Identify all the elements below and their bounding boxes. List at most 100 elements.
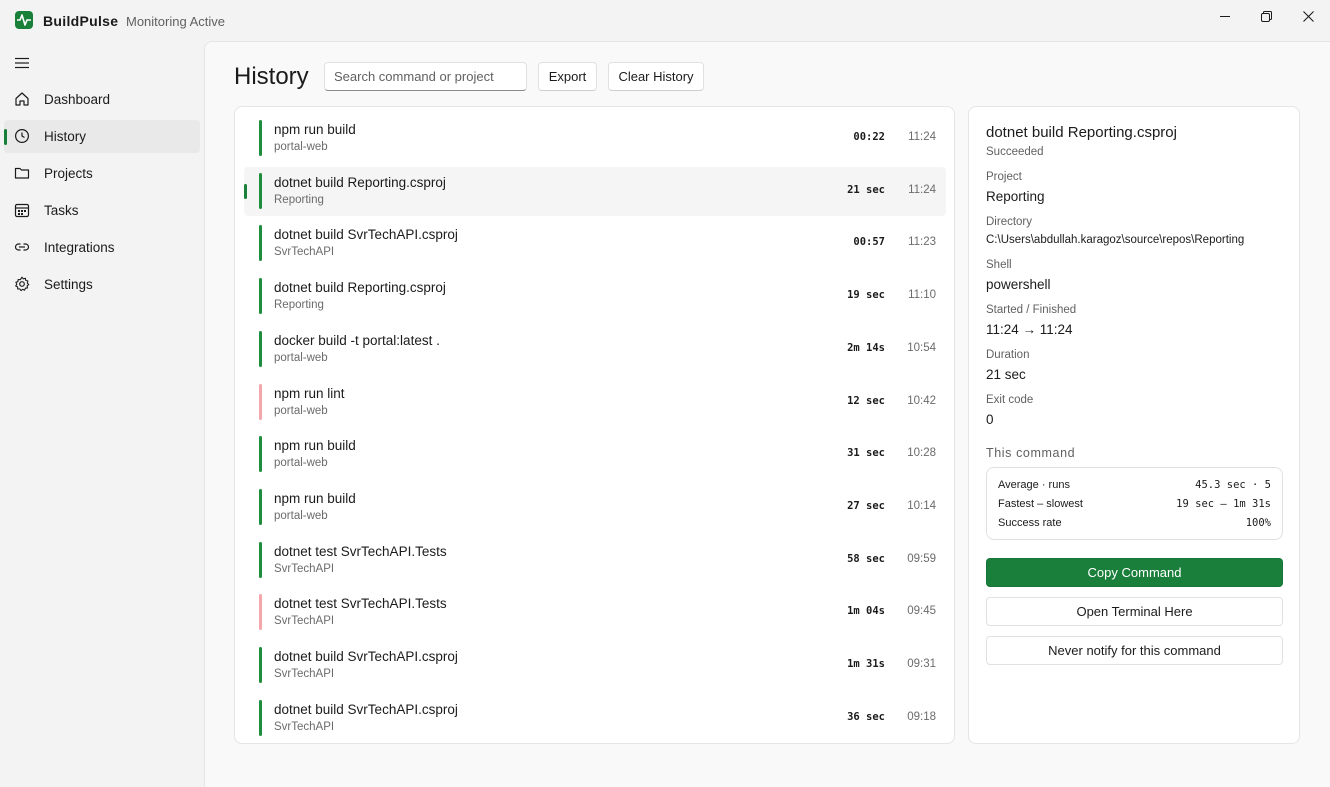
row-command: dotnet build Reporting.csproj: [274, 280, 446, 296]
row-command: dotnet build SvrTechAPI.csproj: [274, 701, 458, 717]
link-icon: [14, 239, 30, 255]
row-duration: 31 sec: [847, 447, 885, 460]
restore-button[interactable]: [1248, 4, 1284, 28]
sidebar-item-label: Settings: [44, 277, 93, 292]
sidebar-item-integrations[interactable]: Integrations: [4, 231, 200, 264]
sidebar-item-label: History: [44, 129, 87, 144]
history-row[interactable]: dotnet build SvrTechAPI.csproj SvrTechAPI…: [244, 641, 946, 690]
never-notify-button[interactable]: Never notify for this command: [986, 636, 1283, 665]
sidebar-nav: Dashboard History Projects Tasks Integra…: [4, 83, 200, 305]
average-runs-label: Average · runs: [998, 479, 1070, 491]
duration-label: Duration: [986, 349, 1030, 361]
row-time: 10:28: [907, 447, 936, 460]
row-command: npm run build: [274, 438, 356, 454]
search-input[interactable]: [324, 62, 527, 91]
history-row[interactable]: dotnet build SvrTechAPI.csproj SvrTechAPI…: [244, 694, 946, 743]
title-bar: BuildPulse Monitoring Active: [0, 0, 1330, 42]
history-row[interactable]: npm run build portal-web 27 sec 10:14: [244, 483, 946, 532]
row-command: npm run build: [274, 490, 356, 506]
started-finished-label: Started / Finished: [986, 304, 1077, 316]
row-project: SvrTechAPI: [274, 246, 335, 259]
duration-value: 21 sec: [986, 367, 1026, 382]
row-project: Reporting: [274, 193, 324, 206]
sidebar-item-label: Integrations: [44, 240, 115, 255]
row-time: 11:23: [908, 236, 936, 249]
row-duration: 00:57: [853, 236, 885, 249]
status-indicator-bar: [259, 225, 262, 262]
status-indicator-bar: [259, 330, 262, 367]
status-indicator-bar: [259, 699, 262, 736]
clock-icon: [14, 128, 30, 144]
row-project: SvrTechAPI: [274, 615, 335, 628]
row-duration: 19 sec: [847, 289, 885, 302]
export-button[interactable]: Export: [538, 62, 597, 91]
status-indicator-bar: [259, 488, 262, 525]
sidebar-item-projects[interactable]: Projects: [4, 157, 200, 190]
row-time: 09:18: [907, 710, 936, 723]
row-time: 09:45: [907, 605, 936, 618]
this-command-heading: This command: [986, 446, 1076, 460]
row-command: dotnet test SvrTechAPI.Tests: [274, 596, 447, 612]
row-time: 10:54: [907, 341, 936, 354]
hamburger-menu-icon[interactable]: [14, 55, 30, 71]
sidebar-item-settings[interactable]: Settings: [4, 268, 200, 301]
directory-label: Directory: [986, 216, 1033, 228]
exit-code-value: 0: [986, 412, 994, 427]
project-value: Reporting: [986, 189, 1045, 204]
row-time: 11:10: [908, 289, 936, 302]
sidebar-item-label: Tasks: [44, 203, 79, 218]
gear-icon: [14, 276, 30, 292]
status-indicator-bar: [259, 383, 262, 420]
copy-command-button[interactable]: Copy Command: [986, 558, 1283, 587]
home-icon: [14, 91, 30, 107]
row-command: npm run lint: [274, 385, 345, 401]
history-row[interactable]: npm run build portal-web 31 sec 10:28: [244, 430, 946, 479]
sidebar-item-label: Projects: [44, 166, 93, 181]
row-time: 10:42: [907, 394, 936, 407]
history-row[interactable]: docker build -t portal:latest . portal-we…: [244, 325, 946, 374]
row-project: portal-web: [274, 351, 328, 364]
close-button[interactable]: [1290, 4, 1326, 28]
sidebar-item-label: Dashboard: [44, 92, 111, 107]
row-duration: 27 sec: [847, 499, 885, 512]
row-command: dotnet build Reporting.csproj: [274, 174, 446, 190]
row-project: SvrTechAPI: [274, 720, 335, 733]
directory-value: C:\Users\abdullah.karagoz\source\repos\R…: [986, 234, 1245, 246]
history-row[interactable]: npm run lint portal-web 12 sec 10:42: [244, 378, 946, 427]
row-command: npm run build: [274, 122, 356, 137]
row-time: 10:14: [907, 499, 936, 512]
sidebar-item-dashboard[interactable]: Dashboard: [4, 83, 200, 116]
detail-title: dotnet build Reporting.csproj: [986, 124, 1177, 141]
folder-icon: [14, 165, 30, 181]
history-row[interactable]: dotnet build Reporting.csproj Reporting 19…: [244, 272, 946, 321]
row-project: portal-web: [274, 509, 328, 522]
clear-history-button[interactable]: Clear History: [608, 62, 704, 91]
started-finished-value: 11:24 → 11:24: [986, 322, 1073, 337]
row-time: 11:24: [908, 183, 936, 196]
row-command: dotnet build SvrTechAPI.csproj: [274, 649, 458, 664]
page-title: History: [234, 63, 309, 90]
row-command: docker build -t portal:latest .: [274, 332, 440, 348]
project-label: Project: [986, 171, 1022, 183]
history-row[interactable]: dotnet test SvrTechAPI.Tests SvrTechAPI 1m…: [244, 588, 946, 637]
row-project: portal-web: [274, 457, 328, 470]
close-icon: [1302, 10, 1314, 22]
average-runs-value: 45.3 sec · 5: [1195, 479, 1271, 491]
sidebar-item-history[interactable]: History: [4, 120, 200, 153]
open-terminal-button[interactable]: Open Terminal Here: [986, 597, 1283, 626]
sidebar-item-tasks[interactable]: Tasks: [4, 194, 200, 227]
history-row[interactable]: dotnet build SvrTechAPI.csproj SvrTechAPI…: [244, 219, 946, 268]
history-row[interactable]: npm run build portal-web 00:22 11:24: [244, 114, 946, 163]
command-stats-card: Average · runs 45.3 sec · 5 Fastest – sl…: [986, 467, 1283, 540]
pulse-logo-icon: [15, 11, 33, 29]
detail-panel: dotnet build Reporting.csproj Succeeded …: [968, 106, 1300, 744]
row-project: SvrTechAPI: [274, 562, 335, 575]
history-row[interactable]: dotnet build Reporting.csproj Reporting 21…: [244, 166, 946, 216]
calendar-icon: [14, 202, 30, 218]
row-time: 09:31: [907, 658, 936, 670]
history-row[interactable]: dotnet test SvrTechAPI.Tests SvrTechAPI 58…: [244, 536, 946, 585]
monitoring-status: Monitoring Active: [126, 14, 225, 29]
status-indicator-bar: [259, 278, 262, 315]
minimize-button[interactable]: [1207, 4, 1243, 28]
exit-code-label: Exit code: [986, 394, 1034, 406]
